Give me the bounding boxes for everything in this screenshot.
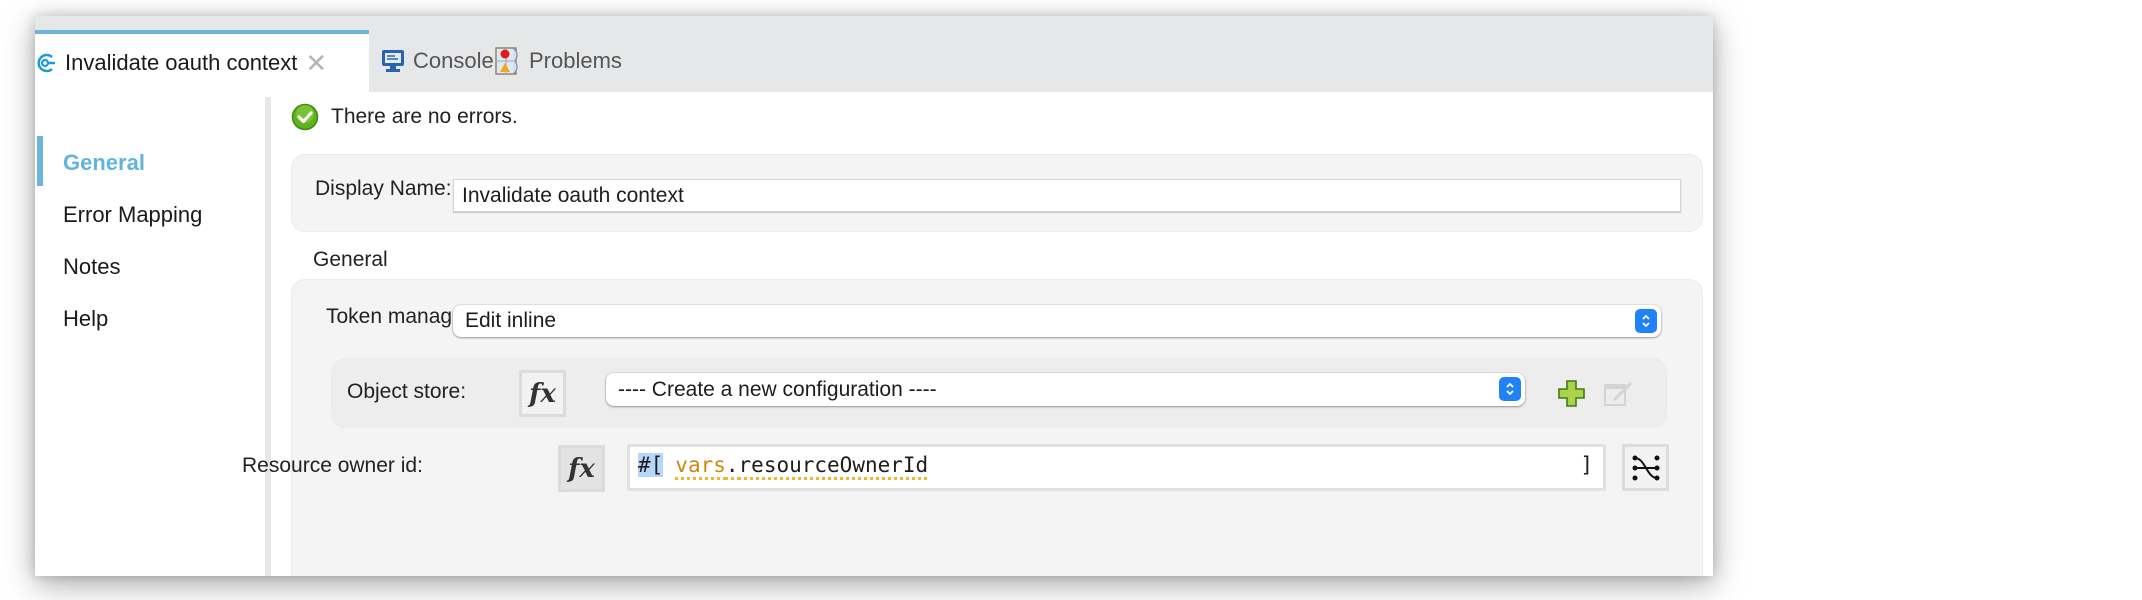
expr-dot: . [725,453,739,477]
tab-invalidate-oauth-context[interactable]: Invalidate oauth context ✕ [35,30,369,92]
status-bar: There are no errors. [291,103,518,131]
data-mapping-button[interactable] [1622,444,1669,491]
object-store-label: Object store: [347,380,467,403]
console-monitor-icon [381,49,405,73]
object-store-value: ---- Create a new configuration ---- [618,377,937,401]
sidebar-item-general[interactable]: General [63,150,145,176]
sidebar-item-help[interactable]: Help [63,306,108,332]
resource-owner-id-expression-input[interactable]: #[ vars.resourceOwnerId ] [627,444,1606,491]
object-store-select[interactable]: ---- Create a new configuration ---- [606,373,1525,406]
token-manager-label: Token manager [326,305,471,328]
tab-problems[interactable]: Problems [495,30,622,92]
properties-window: Invalidate oauth context ✕ Console Probl… [35,16,1713,576]
tab-label: Console [413,48,494,73]
expr-body: vars.resourceOwnerId [675,453,928,477]
display-name-label: Display Name: [315,177,452,200]
sidebar-divider[interactable] [265,97,271,576]
display-name-input[interactable]: Invalidate oauth context [453,179,1681,212]
expr-prop: resourceOwnerId [738,453,929,477]
select-stepper-icon [1499,377,1521,401]
object-store-fx-button[interactable]: fx [519,370,566,417]
add-plus-icon[interactable] [1558,380,1585,412]
resource-owner-fx-button[interactable]: fx [558,445,605,492]
expr-var: vars [675,453,726,477]
sidebar-item-error-mapping[interactable]: Error Mapping [63,202,202,228]
close-icon[interactable]: ✕ [305,50,327,76]
resource-owner-id-label: Resource owner id: [242,454,423,477]
problems-icon [495,47,521,75]
tab-label: Problems [529,48,622,73]
edit-config-icon[interactable] [1603,378,1633,413]
flow-component-icon [35,52,57,74]
select-stepper-icon [1635,309,1657,333]
expr-open: #[ [638,453,664,477]
data-mapping-icon [1631,454,1661,482]
active-item-marker [37,136,43,186]
success-check-icon [291,103,319,131]
token-manager-select[interactable]: Edit inline [453,305,1661,337]
tab-label: Invalidate oauth context [65,50,298,75]
tab-bar: Invalidate oauth context ✕ Console Probl… [35,16,1713,92]
tab-console[interactable]: Console [381,30,494,92]
status-message: There are no errors. [331,105,518,128]
expr-close: ] [1580,453,1593,477]
token-manager-value: Edit inline [465,309,557,332]
general-section-title: General [313,248,388,271]
sidebar-item-notes[interactable]: Notes [63,254,120,280]
